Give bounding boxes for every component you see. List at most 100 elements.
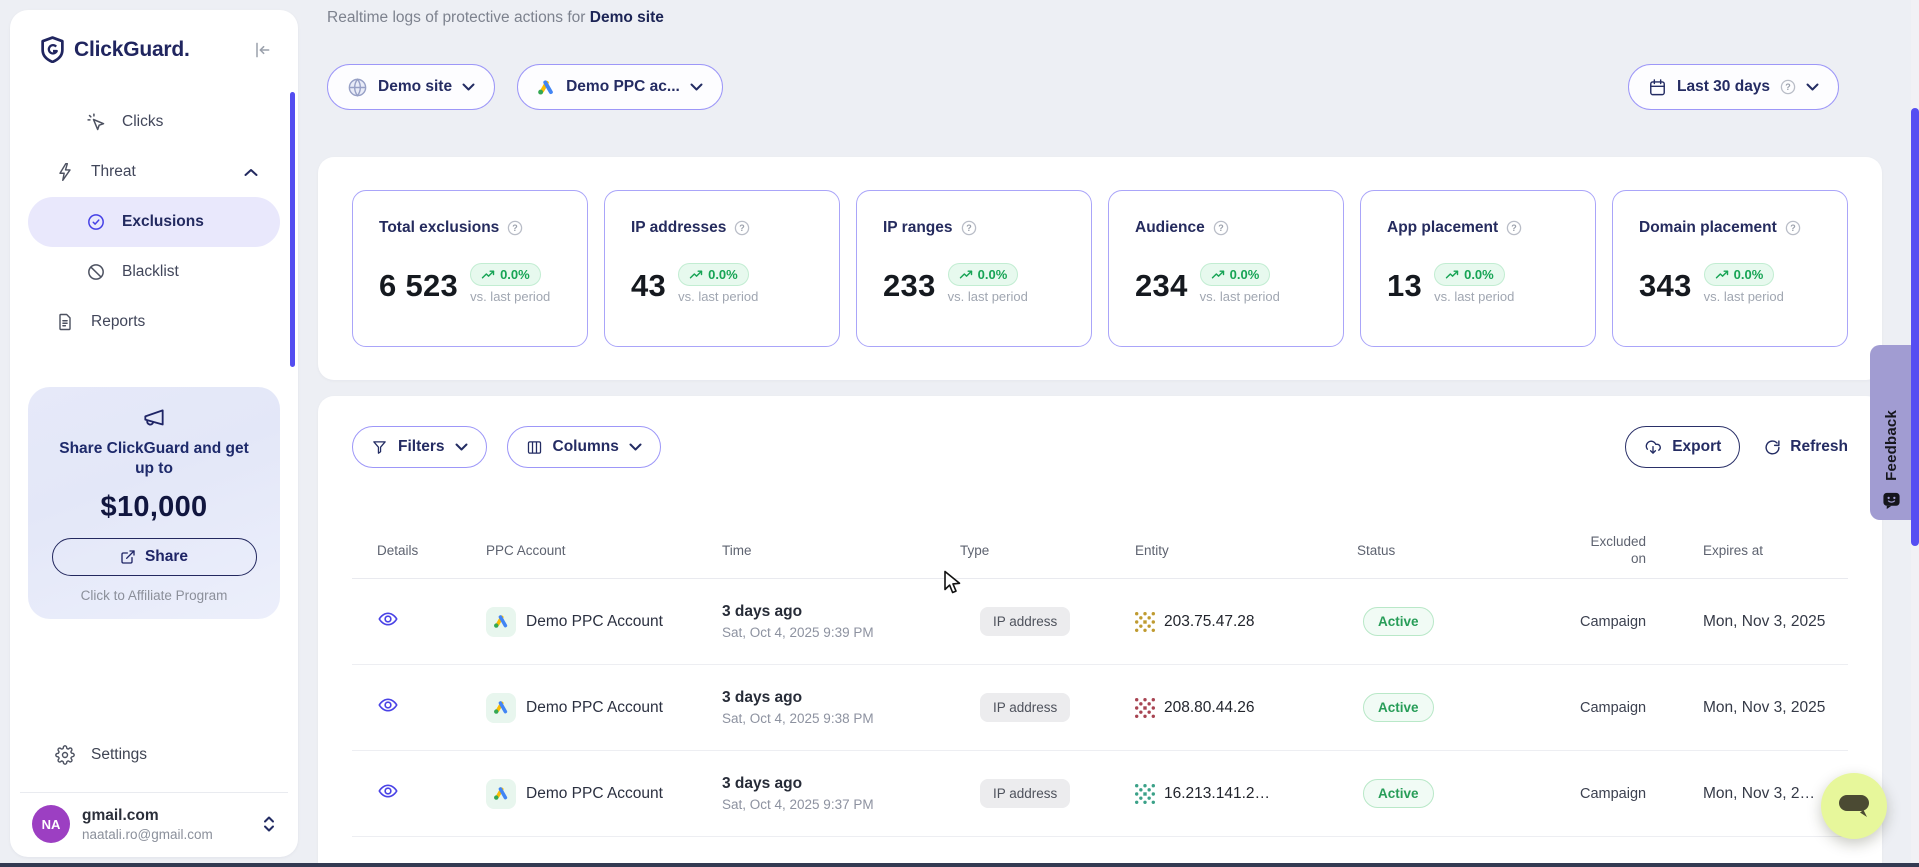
- megaphone-icon: [46, 405, 262, 431]
- help-icon[interactable]: ?: [734, 220, 750, 236]
- ppc-account-name: Demo PPC Account: [526, 785, 663, 803]
- chevron-updown-icon: [262, 815, 276, 833]
- column-header-time[interactable]: Time: [722, 543, 960, 558]
- sidebar-divider: [20, 792, 288, 793]
- chevron-up-icon[interactable]: [244, 168, 258, 177]
- column-header-type[interactable]: Type: [960, 543, 1135, 558]
- refresh-icon: [1764, 439, 1781, 456]
- column-header-ppc-account[interactable]: PPC Account: [486, 543, 722, 558]
- help-icon[interactable]: ?: [507, 220, 523, 236]
- stat-card: IP addresses ? 43 0.0% vs. l: [604, 190, 840, 347]
- help-icon[interactable]: ?: [961, 220, 977, 236]
- status-badge: Active: [1363, 779, 1434, 808]
- stat-value: 6 523: [379, 268, 458, 304]
- sidebar-item-label: Exclusions: [122, 213, 204, 231]
- account-switcher[interactable]: NA gmail.com naatali.ro@gmail.com: [32, 805, 276, 843]
- column-header-details[interactable]: Details: [352, 543, 486, 558]
- feedback-tab[interactable]: Feedback: [1870, 345, 1912, 520]
- stat-card: Audience ? 234 0.0% vs. last: [1108, 190, 1344, 347]
- document-icon: [55, 312, 75, 332]
- help-icon[interactable]: ?: [1213, 220, 1229, 236]
- column-header-expires-at[interactable]: Expires at: [1690, 543, 1848, 558]
- clickguard-logo[interactable]: ClickGuard.: [40, 36, 190, 63]
- page-scrollbar-thumb[interactable]: [1911, 108, 1919, 546]
- gear-icon: [55, 745, 75, 765]
- affiliate-promo-card: Share ClickGuard and get up to $10,000 S…: [28, 387, 280, 619]
- ban-icon: [86, 262, 106, 282]
- stat-caption: vs. last period: [678, 289, 758, 304]
- chat-launcher-button[interactable]: [1821, 773, 1887, 839]
- sidebar-item-settings[interactable]: Settings: [28, 732, 280, 778]
- svg-text:?: ?: [740, 223, 746, 233]
- column-header-status[interactable]: Status: [1357, 543, 1580, 558]
- columns-dropdown-button[interactable]: Columns: [507, 426, 661, 468]
- excluded-on-value: Campaign: [1580, 786, 1690, 802]
- refresh-button[interactable]: Refresh: [1764, 438, 1848, 456]
- table-header-row: Details PPC Account Time Type Entity Sta…: [352, 522, 1848, 579]
- view-details-eye-icon[interactable]: [377, 780, 399, 802]
- stat-label: IP ranges: [883, 219, 953, 237]
- view-details-eye-icon[interactable]: [377, 694, 399, 716]
- stat-value: 13: [1387, 268, 1422, 304]
- help-icon[interactable]: ?: [1780, 79, 1796, 95]
- sidebar-scrollbar[interactable]: [290, 92, 295, 367]
- filters-dropdown-button[interactable]: Filters: [352, 426, 487, 468]
- table-row[interactable]: Demo PPC Account 3 days ago Sat, Oct 4, …: [352, 751, 1848, 837]
- affiliate-caption[interactable]: Click to Affiliate Program: [46, 588, 262, 603]
- chevron-down-icon: [629, 443, 642, 451]
- delta-badge: 0.0%: [948, 263, 1019, 286]
- table-row[interactable]: Demo PPC Account 3 days ago Sat, Oct 4, …: [352, 579, 1848, 665]
- column-header-excluded-on[interactable]: Excluded on: [1580, 533, 1690, 567]
- sidebar-item-reports[interactable]: Reports: [28, 297, 280, 347]
- account-email: naatali.ro@gmail.com: [82, 827, 213, 842]
- app-name: ClickGuard.: [74, 38, 190, 62]
- share-button[interactable]: Share: [52, 538, 257, 576]
- trending-up-icon: [1211, 269, 1225, 280]
- stats-cards: Total exclusions ? 6 523 0.0%: [352, 190, 1848, 347]
- collapse-sidebar-icon[interactable]: [252, 40, 272, 60]
- delta-value: 0.0%: [978, 267, 1008, 282]
- stat-caption: vs. last period: [1704, 289, 1784, 304]
- subtitle-text: Realtime logs of protective actions for: [327, 9, 585, 26]
- svg-text:?: ?: [1790, 223, 1796, 233]
- export-button[interactable]: Export: [1625, 426, 1740, 468]
- google-ads-icon: [537, 78, 556, 97]
- date-range-dropdown[interactable]: Last 30 days ?: [1628, 64, 1839, 110]
- svg-text:?: ?: [1218, 223, 1224, 233]
- table-row[interactable]: Demo PPC Account 3 days ago Sat, Oct 4, …: [352, 665, 1848, 751]
- sidebar-item-blacklist[interactable]: Blacklist: [28, 247, 280, 297]
- help-icon[interactable]: ?: [1506, 220, 1522, 236]
- badge-check-icon: [86, 212, 106, 232]
- trending-up-icon: [959, 269, 973, 280]
- sidebar-item-exclusions[interactable]: Exclusions: [28, 197, 280, 247]
- exclusions-table-panel: Filters Columns: [318, 396, 1882, 867]
- delta-value: 0.0%: [500, 267, 530, 282]
- help-icon[interactable]: ?: [1785, 220, 1801, 236]
- view-details-eye-icon[interactable]: [377, 608, 399, 630]
- delta-value: 0.0%: [708, 267, 738, 282]
- ppc-account-selector-dropdown[interactable]: Demo PPC ac...: [517, 64, 723, 110]
- time-absolute: Sat, Oct 4, 2025 9:39 PM: [722, 625, 960, 640]
- stat-value: 233: [883, 268, 936, 304]
- stat-card: Domain placement ? 343 0.0%: [1612, 190, 1848, 347]
- stat-caption: vs. last period: [1200, 289, 1280, 304]
- stat-card: IP ranges ? 233 0.0% vs. las: [856, 190, 1092, 347]
- entity-identicon: [1135, 698, 1155, 718]
- column-header-entity[interactable]: Entity: [1135, 543, 1357, 558]
- chevron-down-icon: [462, 83, 475, 91]
- sidebar-item-threat[interactable]: Threat: [28, 147, 280, 197]
- time-relative: 3 days ago: [722, 775, 960, 793]
- expires-at-value: Mon, Nov 3, 2025: [1690, 699, 1848, 717]
- entity-value: 208.80.44.26: [1164, 699, 1255, 717]
- page-subtitle: Realtime logs of protective actions for …: [327, 9, 664, 27]
- stat-label: Audience: [1135, 219, 1205, 237]
- entity-identicon: [1135, 784, 1155, 804]
- site-selector-dropdown[interactable]: Demo site: [327, 64, 495, 110]
- columns-icon: [526, 439, 543, 456]
- settings-label: Settings: [91, 746, 147, 764]
- sidebar-item-clicks[interactable]: Clicks: [28, 97, 280, 147]
- cursor-click-icon: [86, 112, 106, 132]
- delta-badge: 0.0%: [678, 263, 749, 286]
- svg-text:?: ?: [1511, 223, 1517, 233]
- trending-up-icon: [1445, 269, 1459, 280]
